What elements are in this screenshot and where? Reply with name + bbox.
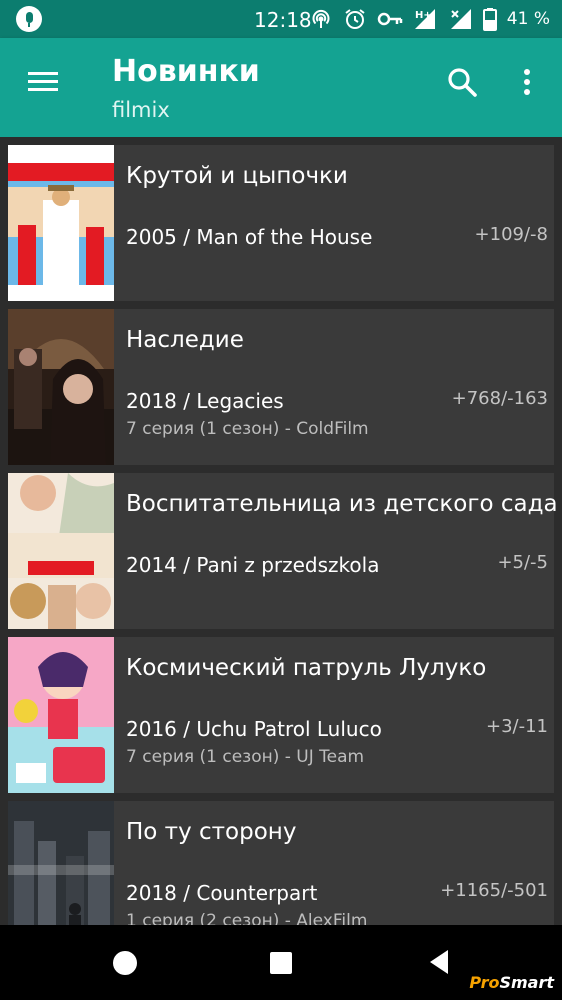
page-subtitle: filmix bbox=[112, 98, 170, 122]
prosmart-watermark: ProSmart bbox=[469, 973, 554, 992]
movie-title: По ту сторону bbox=[126, 819, 297, 845]
movie-votes: +768/-163 bbox=[451, 388, 548, 409]
recents-icon[interactable] bbox=[270, 952, 292, 974]
movie-card[interactable]: Космический патруль Лулуко 2016 / Uchu P… bbox=[8, 637, 554, 793]
movie-poster bbox=[8, 637, 114, 793]
signal-icon: H+ bbox=[413, 7, 439, 31]
movie-episode: 7 серия (1 сезон) - UJ Team bbox=[126, 747, 365, 767]
movie-year-original-title: 2018 / Counterpart bbox=[126, 881, 318, 905]
battery-icon bbox=[482, 7, 497, 31]
search-button[interactable] bbox=[444, 64, 480, 100]
signal-x-icon bbox=[449, 7, 473, 31]
vpn-key-icon bbox=[377, 7, 403, 31]
movie-card[interactable]: Наследие 2018 / Legacies +768/-163 7 сер… bbox=[8, 309, 554, 465]
search-icon bbox=[448, 68, 477, 97]
page-title: Новинки bbox=[112, 54, 260, 89]
home-icon[interactable] bbox=[113, 951, 137, 975]
movie-votes: +5/-5 bbox=[497, 552, 548, 573]
status-time: 12:18 bbox=[254, 8, 312, 32]
movie-card[interactable]: Крутой и цыпочки 2005 / Man of the House… bbox=[8, 145, 554, 301]
hotspot-icon bbox=[309, 7, 333, 31]
movie-year-original-title: 2005 / Man of the House bbox=[126, 225, 373, 249]
movie-list[interactable]: Крутой и цыпочки 2005 / Man of the House… bbox=[0, 137, 562, 925]
movie-votes: +109/-8 bbox=[474, 224, 548, 245]
movie-title: Воспитательница из детского сада bbox=[126, 491, 558, 517]
mic-icon bbox=[16, 6, 42, 32]
more-vert-icon bbox=[524, 69, 530, 75]
status-bar: 12:18 H+ 41 % bbox=[0, 0, 562, 38]
battery-percent: 41 % bbox=[506, 9, 550, 29]
movie-year-original-title: 2016 / Uchu Patrol Luluco bbox=[126, 717, 382, 741]
movie-year-original-title: 2018 / Legacies bbox=[126, 389, 284, 413]
movie-title: Крутой и цыпочки bbox=[126, 163, 348, 189]
menu-icon bbox=[28, 72, 58, 75]
system-nav-bar: ProSmart bbox=[0, 925, 562, 1000]
movie-poster bbox=[8, 309, 114, 465]
movie-card[interactable]: По ту сторону 2018 / Counterpart +1165/-… bbox=[8, 801, 554, 925]
app-bar: Новинки filmix bbox=[0, 38, 562, 137]
movie-title: Космический патруль Лулуко bbox=[126, 655, 487, 681]
menu-button[interactable] bbox=[26, 68, 60, 96]
more-options-button[interactable] bbox=[512, 64, 542, 100]
alarm-icon bbox=[343, 7, 367, 31]
movie-poster bbox=[8, 801, 114, 925]
svg-text:H+: H+ bbox=[415, 10, 432, 21]
movie-title: Наследие bbox=[126, 327, 244, 353]
back-icon[interactable] bbox=[428, 949, 450, 975]
movie-year-original-title: 2014 / Pani z przedszkola bbox=[126, 553, 380, 577]
movie-votes: +1165/-501 bbox=[440, 880, 548, 901]
movie-poster bbox=[8, 473, 114, 629]
movie-votes: +3/-11 bbox=[486, 716, 548, 737]
movie-card[interactable]: Воспитательница из детского сада 2014 / … bbox=[8, 473, 558, 629]
movie-poster bbox=[8, 145, 114, 301]
movie-episode: 7 серия (1 сезон) - ColdFilm bbox=[126, 419, 369, 439]
movie-episode: 1 серия (2 сезон) - AlexFilm bbox=[126, 911, 368, 925]
